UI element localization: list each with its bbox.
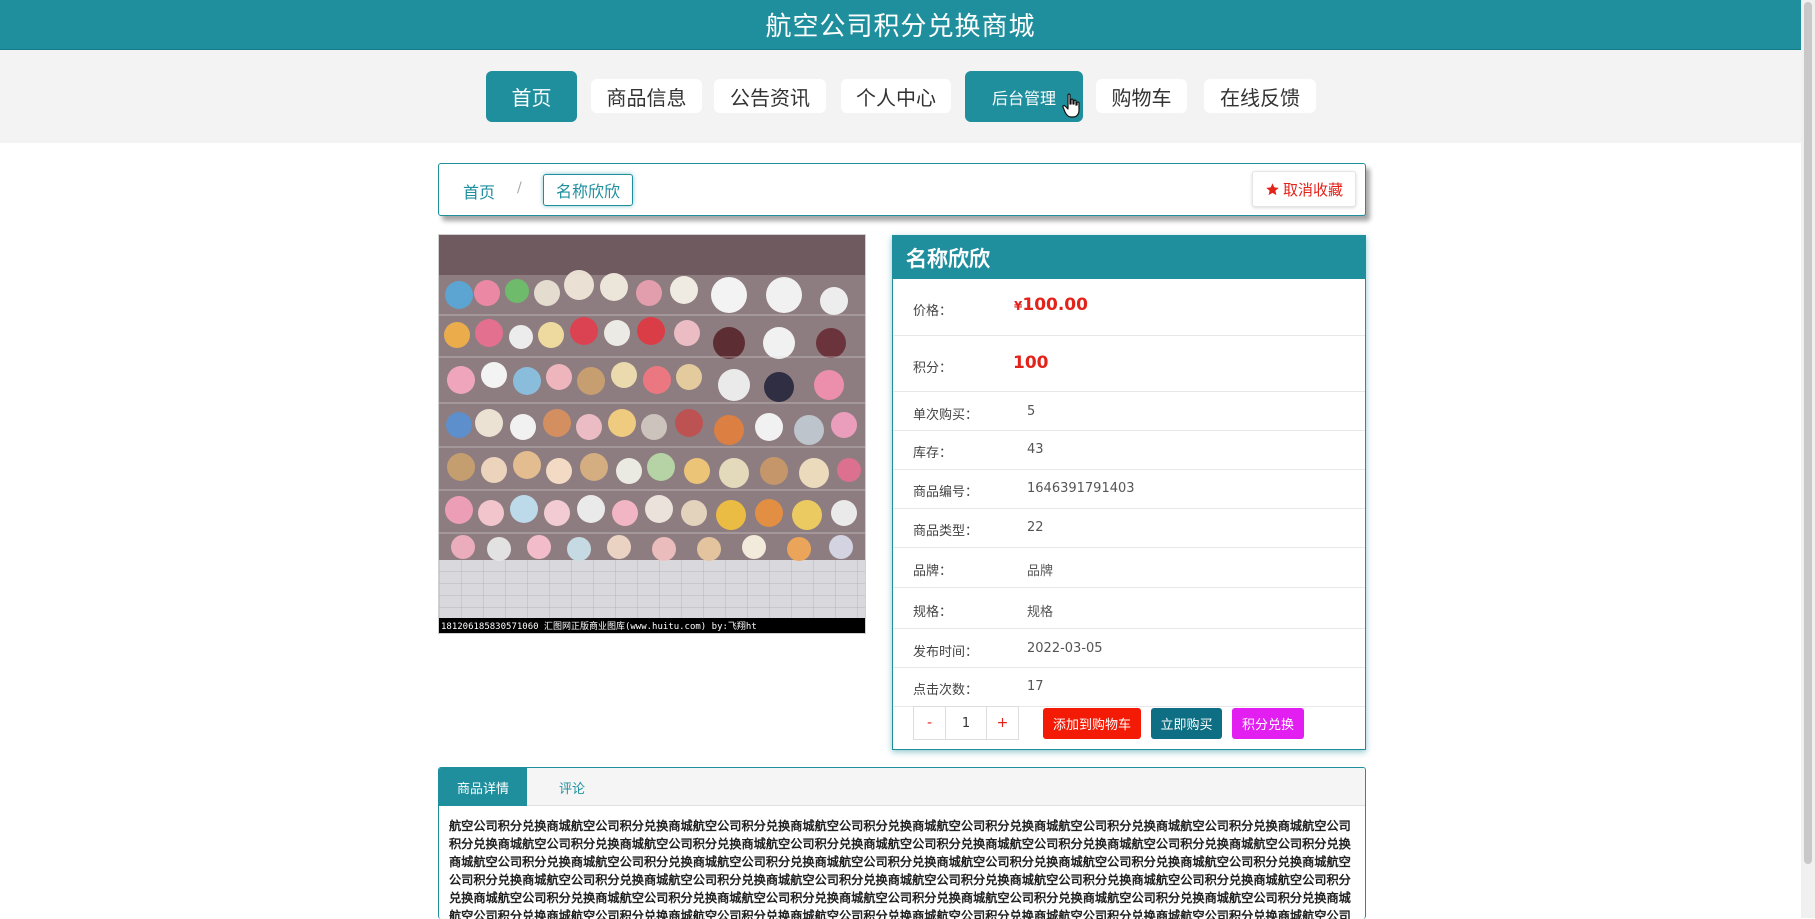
info-row: 发布时间： 2022-03-05: [893, 629, 1365, 668]
add-to-cart-button[interactable]: 添加到购物车: [1043, 708, 1141, 739]
site-header: 航空公司积分兑换商城: [0, 0, 1801, 50]
nav-feedback[interactable]: 在线反馈: [1204, 79, 1316, 113]
field-value: 规格: [1027, 605, 1054, 620]
scrollbar-thumb[interactable]: [1804, 2, 1812, 864]
tab-comments[interactable]: 评论: [527, 768, 617, 806]
nav-home[interactable]: 首页: [486, 71, 577, 122]
breadcrumb-separator: /: [517, 180, 522, 196]
breadcrumb-home-link[interactable]: 首页: [463, 179, 495, 203]
quantity-input[interactable]: [945, 707, 987, 739]
field-value: 2022-03-05: [1027, 641, 1103, 656]
field-label: 单次购买：: [913, 408, 979, 423]
unfavorite-label: 取消收藏: [1282, 180, 1343, 199]
product-details-section: 商品详情 评论 航空公司积分兑换商城航空公司积分兑换商城航空公司积分兑换商城航空…: [438, 767, 1366, 919]
main-nav: 首页 商品信息 公告资讯 个人中心 后台管理 购物车 在线反馈: [0, 50, 1801, 143]
quantity-decrease-button[interactable]: -: [914, 707, 945, 739]
hand-cursor-icon: [1062, 93, 1080, 118]
field-label: 库存：: [913, 446, 953, 461]
price-amount: 100.00: [1022, 295, 1088, 315]
points-exchange-button[interactable]: 积分兑换: [1232, 708, 1304, 739]
nav-cart[interactable]: 购物车: [1096, 79, 1187, 113]
points-label: 积分：: [913, 361, 953, 376]
quantity-stepper: - +: [913, 706, 1019, 740]
price-value: ¥100.00: [1014, 295, 1088, 315]
info-row: 单次购买： 5: [893, 392, 1365, 431]
product-info-panel: 名称欣欣 价格： ¥100.00 积分： 100 单次购买： 5 库存： 43 …: [892, 235, 1366, 750]
field-label: 商品类型：: [913, 524, 979, 539]
field-value: 5: [1027, 404, 1036, 419]
quantity-increase-button[interactable]: +: [987, 707, 1018, 739]
info-row: 规格： 规格: [893, 588, 1365, 629]
info-row: 库存： 43: [893, 431, 1365, 470]
field-label: 规格：: [913, 605, 953, 620]
field-label: 品牌：: [913, 564, 953, 579]
field-label: 发布时间：: [913, 645, 979, 660]
field-label: 点击次数：: [913, 683, 979, 698]
points-value: 100: [1013, 353, 1049, 373]
info-row: 商品类型： 22: [893, 509, 1365, 548]
nav-profile[interactable]: 个人中心: [841, 79, 951, 113]
star-icon: [1266, 182, 1279, 195]
info-row: 点击次数： 17: [893, 668, 1365, 707]
product-description: 航空公司积分兑换商城航空公司积分兑换商城航空公司积分兑换商城航空公司积分兑换商城…: [449, 819, 1351, 919]
field-value: 品牌: [1027, 564, 1054, 579]
info-row: 品牌： 品牌: [893, 548, 1365, 588]
price-row: 价格： ¥100.00: [893, 279, 1365, 336]
breadcrumb: 首页 / 名称欣欣 取消收藏: [438, 163, 1366, 216]
points-row: 积分： 100: [893, 336, 1365, 392]
product-name: 名称欣欣: [893, 236, 1365, 279]
unfavorite-button[interactable]: 取消收藏: [1252, 171, 1356, 207]
buy-now-button[interactable]: 立即购买: [1151, 708, 1222, 739]
details-tabs: 商品详情 评论: [439, 768, 1365, 806]
price-label: 价格：: [913, 304, 953, 319]
tab-details[interactable]: 商品详情: [439, 768, 527, 806]
site-title: 航空公司积分兑换商城: [765, 12, 1036, 42]
nav-news[interactable]: 公告资讯: [714, 79, 826, 113]
field-value: 1646391791403: [1027, 481, 1135, 496]
field-value: 17: [1027, 679, 1044, 694]
image-watermark-caption: 181206185830571060 汇图网正版商业图库(www.huitu.c…: [441, 620, 757, 632]
page-scrollbar[interactable]: [1801, 0, 1815, 918]
field-label: 商品编号：: [913, 485, 979, 500]
product-image: 181206185830571060 汇图网正版商业图库(www.huitu.c…: [438, 234, 866, 634]
field-value: 43: [1027, 442, 1044, 457]
nav-products[interactable]: 商品信息: [591, 79, 702, 113]
field-value: 22: [1027, 520, 1044, 535]
breadcrumb-current[interactable]: 名称欣欣: [543, 174, 633, 206]
info-row: 商品编号： 1646391791403: [893, 470, 1365, 509]
